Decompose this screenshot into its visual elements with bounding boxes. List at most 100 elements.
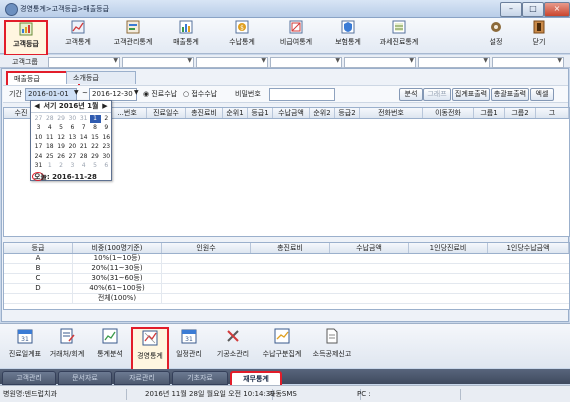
- tab-referral-grade[interactable]: 소개등급: [66, 71, 136, 84]
- calendar-day[interactable]: 2: [101, 115, 112, 123]
- customer-group-select-7[interactable]: ▼: [492, 57, 564, 68]
- column-header[interactable]: 총진료비: [251, 243, 330, 253]
- calendar-day[interactable]: 21: [78, 143, 89, 151]
- calendar-day[interactable]: 5: [90, 162, 101, 170]
- calendar-day[interactable]: 30: [67, 115, 78, 123]
- calendar-day[interactable]: 9: [101, 124, 112, 132]
- toolbar-customer-mgmt-stats-button[interactable]: 고객관리통계: [110, 20, 156, 52]
- table-row[interactable]: 전체(100%): [4, 294, 569, 304]
- calendar-day[interactable]: 16: [101, 134, 112, 142]
- customer-group-select-2[interactable]: ▼: [122, 57, 194, 68]
- column-header[interactable]: 등급1: [248, 108, 273, 118]
- total-print-button[interactable]: 총괄표출력: [491, 88, 529, 101]
- column-header[interactable]: 수납금액: [330, 243, 409, 253]
- column-header[interactable]: 이동전화: [423, 108, 474, 118]
- table-row[interactable]: D 40%(61~100등): [4, 284, 569, 294]
- calendar-day[interactable]: 19: [56, 143, 67, 151]
- calendar-day[interactable]: 28: [44, 115, 55, 123]
- module-payment-summary-button[interactable]: 수납구분집계: [258, 327, 306, 367]
- summary-print-button[interactable]: 집계표출력: [452, 88, 490, 101]
- table-row[interactable]: B 20%(11~30등): [4, 264, 569, 274]
- date-picker-popup[interactable]: 서기 2016년 1월 ◀ ▶ 27 28 29 30 31 1 2 3 4 5 6 7 8 9 10 11 1…: [30, 100, 112, 181]
- column-header[interactable]: 그룹1: [474, 108, 505, 118]
- calendar-day[interactable]: 4: [78, 162, 89, 170]
- calendar-day[interactable]: 7: [78, 124, 89, 132]
- calendar-today-link[interactable]: 오늘: 2016-11-28: [34, 172, 97, 182]
- calendar-day[interactable]: 12: [56, 134, 67, 142]
- column-header[interactable]: 그룹2: [505, 108, 536, 118]
- column-header[interactable]: 1인당수납금액: [488, 243, 569, 253]
- calendar-day[interactable]: 31: [33, 162, 44, 170]
- calendar-day[interactable]: 10: [33, 134, 44, 142]
- calendar-day[interactable]: 1: [44, 162, 55, 170]
- toolbar-customer-stats-button[interactable]: 고객통계: [60, 20, 96, 52]
- calendar-day[interactable]: 20: [67, 143, 78, 151]
- column-header[interactable]: 그: [536, 108, 569, 118]
- grade-grid[interactable]: 등급 비중(100명기준) 인원수 총진료비 수납금액 1인당진료비 1인당수납…: [3, 242, 570, 310]
- column-header[interactable]: 등급: [4, 243, 73, 253]
- toolbar-payment-stats-button[interactable]: $ 수납통계: [226, 20, 258, 52]
- calendar-day[interactable]: 27: [67, 153, 78, 161]
- calendar-next-icon[interactable]: ▶: [101, 103, 109, 110]
- column-header[interactable]: 진료일수: [147, 108, 186, 118]
- graph-button[interactable]: 그래프: [423, 88, 451, 101]
- bottom-tab-customer-mgmt[interactable]: 고객관리: [2, 371, 56, 385]
- toolbar-insurance-stats-button[interactable]: 보험통계: [332, 20, 364, 52]
- calendar-day[interactable]: 18: [44, 143, 55, 151]
- minimize-button[interactable]: –: [500, 2, 522, 17]
- calendar-day[interactable]: 31: [78, 115, 89, 123]
- calendar-day[interactable]: 27: [33, 115, 44, 123]
- column-header[interactable]: 인원수: [162, 243, 251, 253]
- calendar-day[interactable]: 11: [44, 134, 55, 142]
- module-daily-report-button[interactable]: 31 진료일계표: [6, 327, 44, 367]
- customer-group-select-3[interactable]: ▼: [196, 57, 268, 68]
- radio-treatment[interactable]: ◉ 진료수납: [143, 89, 177, 99]
- toolbar-sales-stats-button[interactable]: 매출통계: [170, 20, 202, 52]
- calendar-day[interactable]: 25: [44, 153, 55, 161]
- calendar-day[interactable]: 23: [101, 143, 112, 151]
- calendar-day[interactable]: 22: [90, 143, 101, 151]
- column-header[interactable]: 등급2: [335, 108, 360, 118]
- bottom-tab-data-mgmt[interactable]: 자료관리: [114, 371, 170, 385]
- calendar-day[interactable]: 30: [101, 153, 112, 161]
- column-header[interactable]: 수납금액: [273, 108, 310, 118]
- bottom-tab-base-data[interactable]: 기초자료: [172, 371, 228, 385]
- calendar-day[interactable]: 1: [89, 115, 101, 123]
- calendar-day[interactable]: 15: [90, 134, 101, 142]
- calendar-day[interactable]: 17: [33, 143, 44, 151]
- module-tax-deduction-button[interactable]: 소득공제신고: [308, 327, 356, 367]
- customer-group-select-6[interactable]: ▼: [418, 57, 490, 68]
- calendar-day[interactable]: 29: [56, 115, 67, 123]
- calendar-day[interactable]: 4: [44, 124, 55, 132]
- calendar-day[interactable]: 6: [67, 124, 78, 132]
- customer-group-select-4[interactable]: ▼: [270, 57, 342, 68]
- calendar-day[interactable]: 28: [78, 153, 89, 161]
- calendar-day[interactable]: 26: [56, 153, 67, 161]
- customer-group-select-5[interactable]: ▼: [344, 57, 416, 68]
- calendar-day[interactable]: 3: [33, 124, 44, 132]
- module-management-stats-button[interactable]: 경영통계: [131, 327, 169, 371]
- calendar-day[interactable]: 8: [90, 124, 101, 132]
- calendar-day[interactable]: 13: [67, 134, 78, 142]
- column-header[interactable]: 총진료비: [186, 108, 223, 118]
- excel-button[interactable]: 엑셀: [530, 88, 554, 101]
- maximize-button[interactable]: □: [522, 2, 544, 17]
- calendar-dropdown-icon[interactable]: ▼: [74, 89, 79, 96]
- calendar-prev-icon[interactable]: ◀: [33, 103, 41, 110]
- radio-receipt[interactable]: ○ 접수수납: [183, 89, 217, 99]
- calendar-day[interactable]: 3: [67, 162, 78, 170]
- column-header[interactable]: ...번호: [108, 108, 147, 118]
- module-analysis-button[interactable]: 통계분석: [92, 327, 128, 367]
- table-row[interactable]: C 30%(31~60등): [4, 274, 569, 284]
- toolbar-customer-grade-button[interactable]: 고객등급: [4, 20, 48, 56]
- column-header[interactable]: 비중(100명기준): [73, 243, 162, 253]
- customer-group-select-1[interactable]: ▼: [48, 57, 120, 68]
- calendar-day[interactable]: 24: [33, 153, 44, 161]
- column-header[interactable]: 1인당진료비: [409, 243, 488, 253]
- analyze-button[interactable]: 분석: [399, 88, 423, 101]
- module-ledger-button[interactable]: 거래처/회계: [48, 327, 86, 367]
- calendar-day[interactable]: 5: [56, 124, 67, 132]
- column-header[interactable]: 순위2: [310, 108, 335, 118]
- calendar-day[interactable]: 14: [78, 134, 89, 142]
- calendar-day[interactable]: 29: [90, 153, 101, 161]
